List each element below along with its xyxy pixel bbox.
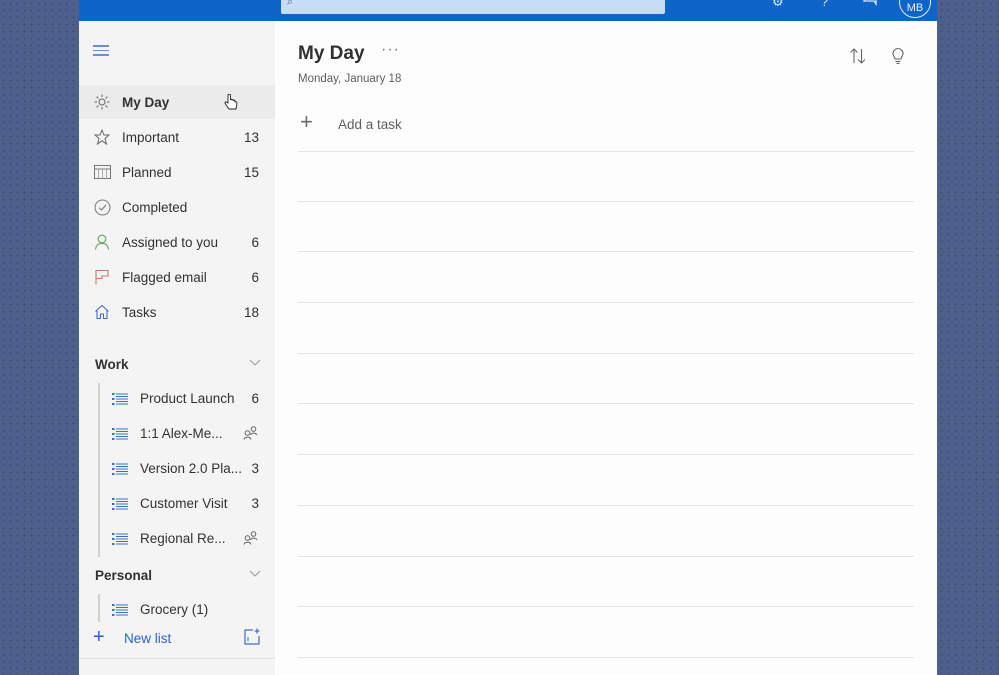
list-label: 1:1 Alex-Me... [140,426,223,441]
list-count: 6 [251,391,259,406]
task-row-divider [298,251,914,252]
chevron-down-icon[interactable] [249,355,261,367]
list-icon [112,392,128,410]
add-task-input[interactable]: + Add a task [298,109,914,141]
new-list-button[interactable]: + New list [79,624,275,654]
sun-icon [93,93,111,111]
sidebar-item-label: Tasks [122,304,157,320]
sidebar-item-count: 15 [243,164,259,180]
shared-people-icon [243,426,259,445]
new-group-icon[interactable] [243,628,261,651]
app-window: ⌕ ⚙ ? MB My Day Important 13 Planned 15 … [79,0,937,675]
sidebar-item-assigned-to-you[interactable]: Assigned to you 6 [79,225,275,259]
sidebar-item-my-day[interactable]: My Day [79,85,275,119]
sidebar-item-tasks[interactable]: Tasks 18 [79,295,275,329]
calendar-icon [93,163,111,181]
flag-icon [93,268,111,286]
list-icon [112,603,128,621]
avatar[interactable]: MB [899,0,931,18]
list-label: Grocery (1) [140,602,209,617]
plus-icon: + [93,626,105,648]
more-options-button[interactable]: ··· [381,41,400,59]
list-label: Product Launch [140,391,235,406]
feedback-icon[interactable] [862,0,878,9]
sidebar-item-count: 6 [251,269,259,285]
settings-icon[interactable]: ⚙ [772,0,784,9]
hand-cursor-icon [224,93,238,117]
group-label: Work [95,357,129,372]
list-label: Regional Re... [140,531,226,546]
sidebar-item-label: Completed [122,199,188,215]
task-row-divider [298,403,914,404]
sidebar-item-label: Planned [122,164,172,180]
sidebar-item-important[interactable]: Important 13 [79,120,275,154]
add-task-placeholder: Add a task [338,117,402,132]
group-work[interactable]: Work [79,351,275,379]
sidebar-item-count: 13 [243,129,259,145]
help-icon[interactable]: ? [821,0,828,9]
sort-icon[interactable] [849,47,869,67]
task-row-divider [298,556,914,557]
main-pane: My Day ··· Monday, January 18 + Add a ta… [275,21,937,675]
lightbulb-icon[interactable] [889,47,909,67]
list-label: Version 2.0 Pla... [140,461,243,476]
shared-people-icon [243,531,259,550]
list-item-customer-visit[interactable]: Customer Visit 3 [79,488,275,522]
list-item-product-launch[interactable]: Product Launch 6 [79,383,275,417]
list-item-grocery[interactable]: Grocery (1) [79,594,275,628]
sidebar-item-planned[interactable]: Planned 15 [79,155,275,189]
sidebar-item-completed[interactable]: Completed [79,190,275,224]
task-row-divider [298,201,914,202]
top-bar: ⌕ ⚙ ? MB [79,0,937,21]
task-row-divider [298,505,914,506]
page-title: My Day [298,43,365,64]
sidebar-item-count: 18 [243,304,259,320]
sidebar-item-label: My Day [122,94,170,110]
date-label: Monday, January 18 [298,73,402,85]
group-label: Personal [95,568,153,583]
sidebar-item-flagged-email[interactable]: Flagged email 6 [79,260,275,294]
new-list-label: New list [124,631,172,646]
task-row-divider [298,606,914,607]
list-icon [112,427,128,445]
list-item-1-1-alex[interactable]: 1:1 Alex-Me... [79,418,275,452]
sidebar-item-label: Important [122,129,180,145]
plus-icon: + [300,109,313,134]
check-circle-icon [93,198,111,216]
task-row-divider [298,657,914,658]
sidebar-item-label: Assigned to you [122,234,219,250]
list-count: 3 [251,461,259,476]
search-input[interactable]: ⌕ [281,0,665,14]
list-item-regional-re[interactable]: Regional Re... [79,523,275,557]
task-row-divider [298,353,914,354]
task-row-divider [298,454,914,455]
search-icon: ⌕ [287,0,294,8]
list-label: Customer Visit [140,496,228,511]
task-row-divider [298,151,914,152]
sidebar: My Day Important 13 Planned 15 Completed… [79,21,275,675]
person-icon [93,233,111,251]
list-item-version-2[interactable]: Version 2.0 Pla... 3 [79,453,275,487]
list-icon [112,497,128,515]
sidebar-item-count: 6 [251,234,259,250]
list-icon [112,532,128,550]
sidebar-divider [79,658,275,659]
sidebar-item-label: Flagged email [122,269,207,285]
chevron-down-icon[interactable] [249,566,261,578]
list-icon [112,462,128,480]
home-icon [93,303,111,321]
list-count: 3 [251,496,259,511]
task-row-divider [298,302,914,303]
hamburger-icon[interactable] [93,45,111,59]
group-personal[interactable]: Personal [79,562,275,590]
star-icon [93,128,111,146]
